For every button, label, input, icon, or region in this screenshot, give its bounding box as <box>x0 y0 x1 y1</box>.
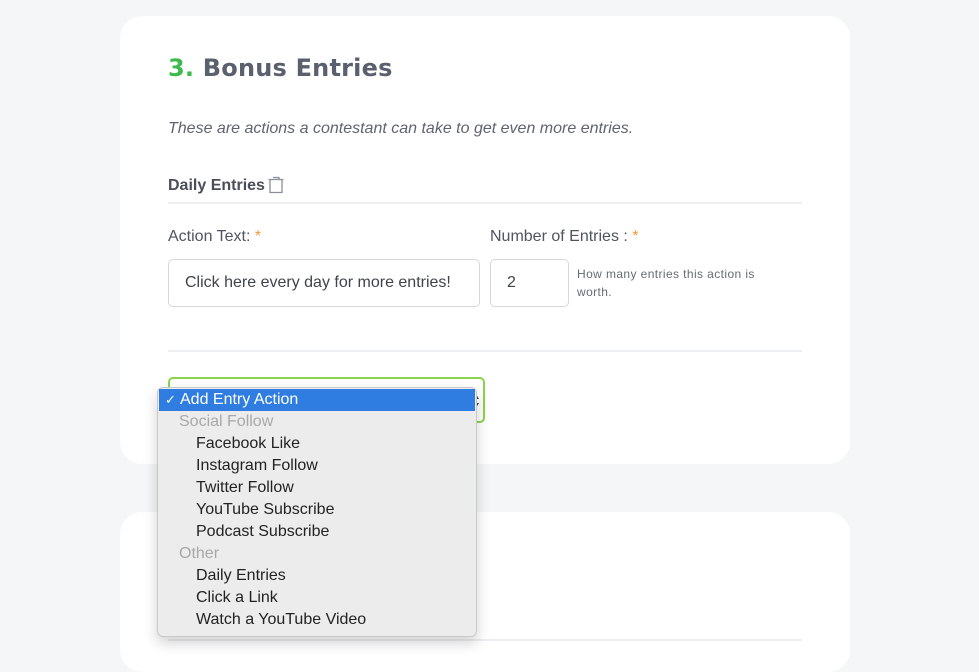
optgroup-label: Social Follow <box>179 413 274 430</box>
option-label: Daily Entries <box>196 567 286 584</box>
trash-icon[interactable] <box>266 174 286 194</box>
option-podcast-subscribe[interactable]: Podcast Subscribe <box>158 521 476 543</box>
add-entry-action-dropdown: ✓ Add Entry Action Social Follow Faceboo… <box>157 387 477 637</box>
num-entries-hint: How many entries this action is worth. <box>577 267 755 299</box>
checkmark-icon: ✓ <box>165 392 176 407</box>
option-label: Add Entry Action <box>180 391 299 408</box>
optgroup-social-follow: Social Follow <box>158 411 476 433</box>
required-marker: * <box>632 228 639 245</box>
option-click-a-link[interactable]: Click a Link <box>158 587 476 609</box>
action-text-input[interactable]: Click here every day for more entries! <box>168 259 480 307</box>
option-label: Podcast Subscribe <box>196 523 330 540</box>
option-twitter-follow[interactable]: Twitter Follow <box>158 477 476 499</box>
action-text-label-text: Action Text: <box>168 228 251 245</box>
option-youtube-subscribe[interactable]: YouTube Subscribe <box>158 499 476 521</box>
option-label: Twitter Follow <box>196 479 294 496</box>
option-watch-youtube-video[interactable]: Watch a YouTube Video <box>158 609 476 631</box>
section-description: These are actions a contestant can take … <box>168 120 634 137</box>
section-title-text: Bonus Entries <box>202 54 393 82</box>
entry-block-heading: Daily Entries <box>168 177 265 194</box>
divider <box>168 350 802 352</box>
required-marker: * <box>254 228 262 245</box>
option-add-entry-action[interactable]: ✓ Add Entry Action <box>159 389 475 411</box>
option-daily-entries[interactable]: Daily Entries <box>158 565 476 587</box>
num-entries-label: Number of Entries : * <box>490 228 639 246</box>
option-facebook-like[interactable]: Facebook Like <box>158 433 476 455</box>
action-text-label: Action Text: * <box>168 228 261 246</box>
divider <box>168 639 802 641</box>
num-entries-input[interactable]: 2 <box>490 259 569 307</box>
num-entries-label-text: Number of Entries : <box>490 228 628 245</box>
optgroup-other: Other <box>158 543 476 565</box>
section-number: 3. <box>168 54 195 82</box>
optgroup-label: Other <box>179 545 220 562</box>
option-label: Instagram Follow <box>196 457 318 474</box>
option-label: YouTube Subscribe <box>196 501 335 518</box>
option-label: Watch a YouTube Video <box>196 611 367 628</box>
section-title: 3. Bonus Entries <box>168 54 393 82</box>
option-instagram-follow[interactable]: Instagram Follow <box>158 455 476 477</box>
entry-block-header: Daily Entries <box>168 174 802 204</box>
option-label: Click a Link <box>196 589 278 606</box>
option-label: Facebook Like <box>196 435 301 452</box>
